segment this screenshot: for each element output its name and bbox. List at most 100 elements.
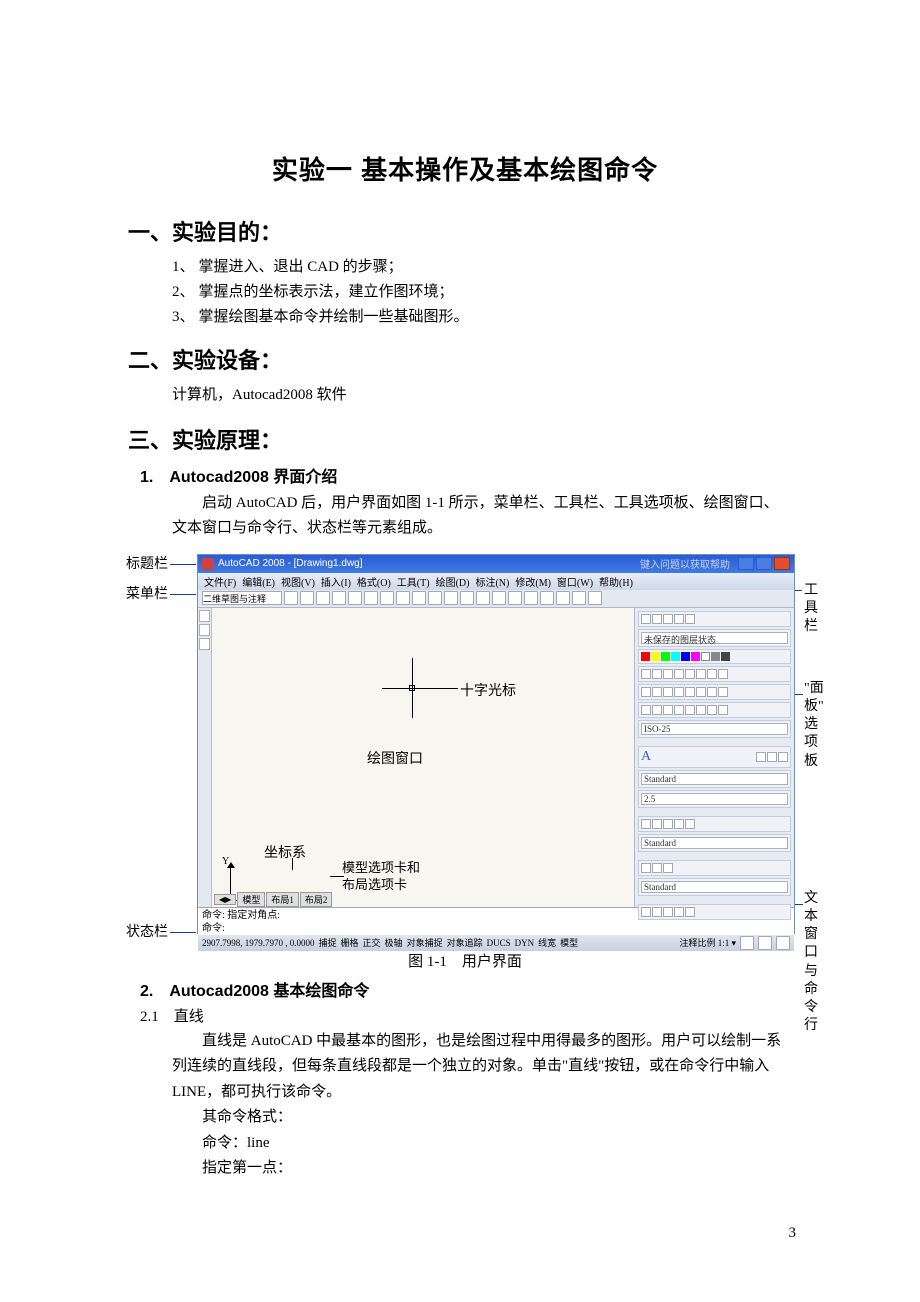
window-title: AutoCAD 2008 - [Drawing1.dwg] [218, 558, 363, 569]
status-button[interactable]: 对象捕捉 [407, 936, 443, 949]
callout-titlebar: 标题栏 [126, 556, 168, 574]
maximize-icon[interactable] [756, 557, 772, 570]
annotation-coord: 坐标系 [264, 842, 306, 862]
callout-menubar: 菜单栏 [126, 586, 168, 604]
help-hint: 键入问题以获取帮助 [640, 556, 730, 571]
minimize-icon[interactable] [738, 557, 754, 570]
figure-1-1: 标题栏 菜单栏 状态栏 工具栏 "面板" 选项板 文本窗口 与命令行 AutoC… [128, 554, 798, 942]
section-3-1-heading: 1. Autocad2008 界面介绍 [140, 463, 802, 487]
tool-icon[interactable] [588, 591, 602, 605]
crosshair-icon [409, 685, 415, 691]
callout-statusbar: 状态栏 [126, 924, 168, 942]
tool-icon[interactable] [316, 591, 330, 605]
tab-layout1[interactable]: 布局1 [266, 892, 299, 907]
tool-icon[interactable] [300, 591, 314, 605]
layout-tabs: ◀▶ 模型 布局1 布局2 [214, 893, 332, 907]
status-button[interactable]: 模型 [560, 936, 578, 949]
menu-item[interactable]: 视图(V) [281, 574, 315, 589]
tool-icon[interactable] [572, 591, 586, 605]
ss-toolbar: 二维草图与注释 [198, 590, 794, 608]
menu-item[interactable]: 格式(O) [357, 574, 391, 589]
drawing-area[interactable]: 十字光标 绘图窗口 坐标系 模型选项卡和布局选项卡 YX ◀▶ 模型 布 [212, 608, 634, 907]
status-icon[interactable] [740, 936, 754, 950]
tool-icon[interactable] [428, 591, 442, 605]
menu-item[interactable]: 文件(F) [204, 574, 236, 589]
tool-icon[interactable] [460, 591, 474, 605]
status-bar: 2907.7998, 1979.7970 , 0.0000 捕捉 栅格 正交 极… [198, 935, 794, 951]
section-3-2-1-body: 直线是 AutoCAD 中最基本的图形，也是绘图过程中用得最多的图形。用户可以绘… [172, 1029, 792, 1106]
autocad-screenshot: AutoCAD 2008 - [Drawing1.dwg] 键入问题以获取帮助 … [197, 554, 795, 934]
tool-icon[interactable] [348, 591, 362, 605]
style-dropdown[interactable]: Standard [641, 881, 788, 893]
status-icon[interactable] [776, 936, 790, 950]
cmd-prompt: 命令: [202, 922, 790, 935]
doc-title: 实验一 基本操作及基本绘图命令 [128, 150, 802, 187]
tool-icon[interactable] [284, 591, 298, 605]
section-3-2-1-heading: 2.1 直线 [140, 1005, 802, 1026]
annoscale[interactable]: 注释比例 1:1 ▾ [679, 936, 736, 949]
menu-item[interactable]: 绘图(D) [436, 574, 470, 589]
menu-item[interactable]: 编辑(E) [242, 574, 275, 589]
menu-item[interactable]: 工具(T) [397, 574, 430, 589]
workspace-dropdown[interactable]: 二维草图与注释 [202, 591, 282, 605]
menu-item[interactable]: 标注(N) [475, 574, 509, 589]
section-2-body: 计算机，Autocad2008 软件 [172, 383, 802, 409]
status-button[interactable]: 栅格 [341, 936, 359, 949]
panel-icon[interactable] [652, 614, 662, 624]
right-panel: 未保存的图层状态 ISO-25 A Standard 2.5 Standard … [634, 608, 794, 907]
cmd-line: 命令：line [172, 1131, 802, 1157]
panel-icon[interactable] [674, 614, 684, 624]
section-1-list: 1、掌握进入、退出 CAD 的步骤； 2、掌握点的坐标表示法，建立作图环境； 3… [172, 255, 802, 329]
ss-titlebar: AutoCAD 2008 - [Drawing1.dwg] 键入问题以获取帮助 [198, 555, 794, 573]
tab-layout2[interactable]: 布局2 [300, 892, 333, 907]
status-button[interactable]: 对象追踪 [447, 936, 483, 949]
callout-toolbar: 工具栏 [804, 582, 818, 637]
tool-icon[interactable] [556, 591, 570, 605]
tool-icon[interactable] [476, 591, 490, 605]
style-dropdown[interactable]: Standard [641, 837, 788, 849]
status-button[interactable]: DUCS [487, 938, 511, 948]
menu-item[interactable]: 修改(M) [515, 574, 551, 589]
panel-icon[interactable] [663, 614, 673, 624]
section-3-2-heading: 2. Autocad2008 基本绘图命令 [140, 977, 802, 1001]
tool-icon[interactable] [396, 591, 410, 605]
tool-icon[interactable] [492, 591, 506, 605]
panel-icon[interactable] [685, 614, 695, 624]
textheight-dropdown[interactable]: 2.5 [641, 793, 788, 805]
tool-icon[interactable] [524, 591, 538, 605]
tool-icon[interactable] [199, 610, 210, 622]
tool-icon[interactable] [380, 591, 394, 605]
status-button[interactable]: 线宽 [538, 936, 556, 949]
menu-item[interactable]: 帮助(H) [599, 574, 633, 589]
tool-icon[interactable] [444, 591, 458, 605]
app-icon [202, 558, 214, 570]
layer-dropdown[interactable]: 未保存的图层状态 [641, 632, 788, 644]
close-icon[interactable] [774, 557, 790, 570]
status-icon[interactable] [758, 936, 772, 950]
textstyle-dropdown[interactable]: Standard [641, 773, 788, 785]
tool-icon[interactable] [364, 591, 378, 605]
tab-model[interactable]: 模型 [237, 892, 265, 907]
left-toolbar [198, 608, 212, 907]
status-button[interactable]: DYN [515, 938, 535, 948]
status-button[interactable]: 捕捉 [319, 936, 337, 949]
menu-item[interactable]: 插入(I) [321, 574, 351, 589]
status-button[interactable]: 极轴 [385, 936, 403, 949]
tool-icon[interactable] [199, 638, 210, 650]
cmd-prompt: 指定第一点： [172, 1156, 802, 1182]
list-item: 掌握点的坐标表示法，建立作图环境； [199, 284, 454, 300]
section-2-heading: 二、实验设备： [128, 343, 802, 375]
tool-icon[interactable] [199, 624, 210, 636]
page-number: 3 [789, 1225, 797, 1242]
annotation-drawwin: 绘图窗口 [367, 748, 423, 768]
menu-item[interactable]: 窗口(W) [557, 574, 593, 589]
panel-icon[interactable] [641, 614, 651, 624]
tool-icon[interactable] [540, 591, 554, 605]
status-button[interactable]: 正交 [363, 936, 381, 949]
tool-icon[interactable] [508, 591, 522, 605]
list-item: 掌握绘图基本命令并绘制一些基础图形。 [199, 309, 469, 325]
dimstyle-dropdown[interactable]: ISO-25 [641, 723, 788, 735]
tool-icon[interactable] [412, 591, 426, 605]
tool-icon[interactable] [332, 591, 346, 605]
callout-textwin: 文本窗口 与命令行 [804, 890, 818, 1036]
